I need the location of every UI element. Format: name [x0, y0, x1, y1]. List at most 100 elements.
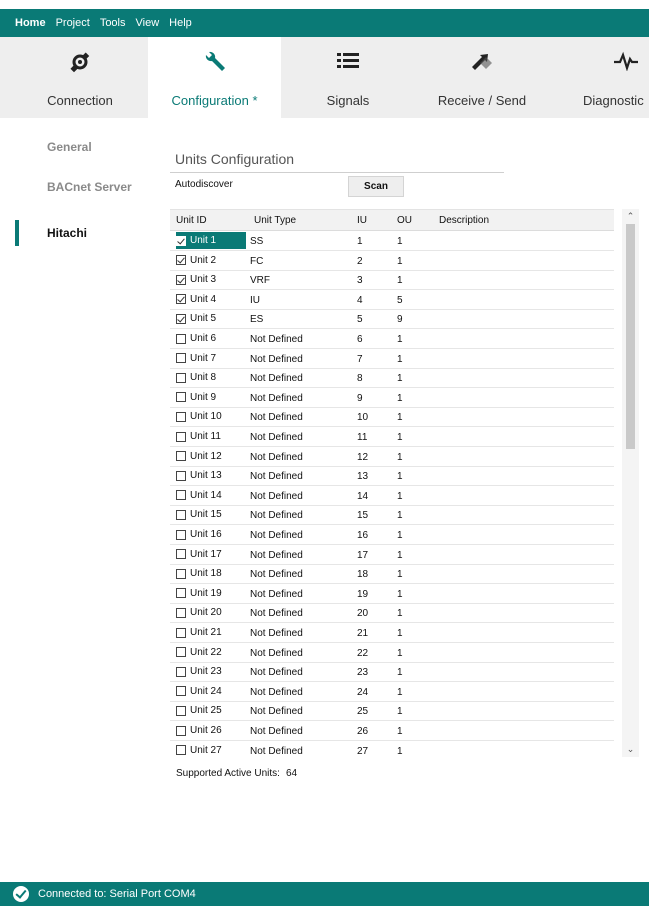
unit-type[interactable]: Not Defined	[250, 471, 303, 482]
table-row[interactable]: Unit 7 Not Defined 7 1	[170, 349, 614, 369]
table-row[interactable]: Unit 14 Not Defined 14 1	[170, 486, 614, 506]
table-row[interactable]: Unit 11 Not Defined 11 1	[170, 427, 614, 447]
unit-type[interactable]: Not Defined	[250, 510, 303, 521]
unit-enable-checkbox[interactable]	[176, 470, 186, 481]
unit-ou[interactable]: 1	[397, 667, 403, 678]
column-header-description[interactable]: Description	[439, 215, 489, 226]
unit-id-cell[interactable]: Unit 7	[176, 350, 246, 367]
unit-iu[interactable]: 19	[357, 589, 368, 600]
table-row[interactable]: Unit 12 Not Defined 12 1	[170, 447, 614, 467]
unit-type[interactable]: Not Defined	[250, 452, 303, 463]
unit-ou[interactable]: 1	[397, 334, 403, 345]
unit-type[interactable]: VRF	[250, 275, 270, 286]
table-row[interactable]: Unit 17 Not Defined 17 1	[170, 545, 614, 565]
table-scrollbar[interactable]: ⌃ ⌄	[622, 209, 639, 757]
unit-type[interactable]: Not Defined	[250, 746, 303, 757]
unit-type[interactable]: Not Defined	[250, 667, 303, 678]
unit-iu[interactable]: 11	[357, 432, 367, 443]
unit-enable-checkbox[interactable]	[176, 431, 186, 442]
menu-home[interactable]: Home	[15, 17, 46, 29]
menu-help[interactable]: Help	[169, 17, 192, 29]
unit-iu[interactable]: 23	[357, 667, 368, 678]
table-row[interactable]: Unit 25 Not Defined 25 1	[170, 701, 614, 722]
scroll-thumb[interactable]	[626, 224, 635, 449]
unit-enable-checkbox[interactable]	[176, 392, 186, 403]
unit-iu[interactable]: 5	[357, 314, 363, 325]
unit-iu[interactable]: 2	[357, 256, 363, 267]
nav-item-bacnet-server[interactable]: BACnet Server	[47, 180, 132, 194]
table-row[interactable]: Unit 22 Not Defined 22 1	[170, 643, 614, 663]
unit-type[interactable]: ES	[250, 314, 263, 325]
unit-id-cell[interactable]: Unit 19	[176, 585, 246, 602]
unit-ou[interactable]: 1	[397, 687, 403, 698]
table-row[interactable]: Unit 6 Not Defined 6 1	[170, 329, 614, 349]
table-row[interactable]: Unit 9 Not Defined 9 1	[170, 388, 614, 408]
nav-item-hitachi[interactable]: Hitachi	[47, 226, 87, 240]
unit-id-cell[interactable]: Unit 10	[176, 408, 246, 425]
unit-enable-checkbox[interactable]	[176, 627, 186, 638]
unit-id-cell[interactable]: Unit 16	[176, 526, 246, 543]
table-row[interactable]: Unit 18 Not Defined 18 1	[170, 564, 614, 585]
unit-type[interactable]: Not Defined	[250, 334, 303, 345]
unit-enable-checkbox[interactable]	[176, 745, 186, 756]
unit-ou[interactable]: 1	[397, 589, 403, 600]
unit-enable-checkbox[interactable]	[176, 235, 186, 246]
unit-iu[interactable]: 4	[357, 295, 363, 306]
column-header-iu[interactable]: IU	[357, 215, 367, 226]
table-row[interactable]: Unit 19 Not Defined 19 1	[170, 584, 614, 604]
unit-ou[interactable]: 5	[397, 295, 403, 306]
unit-iu[interactable]: 26	[357, 726, 368, 737]
unit-iu[interactable]: 24	[357, 687, 368, 698]
unit-id-cell[interactable]: Unit 26	[176, 722, 246, 739]
unit-type[interactable]: Not Defined	[250, 569, 303, 580]
unit-ou[interactable]: 9	[397, 314, 403, 325]
table-row[interactable]: Unit 13 Not Defined 13 1	[170, 466, 614, 487]
scroll-up-icon[interactable]: ⌃	[622, 211, 639, 222]
tab-signals[interactable]: Signals	[281, 37, 415, 118]
table-row[interactable]: Unit 16 Not Defined 16 1	[170, 525, 614, 545]
unit-enable-checkbox[interactable]	[176, 509, 186, 520]
unit-type[interactable]: SS	[250, 236, 263, 247]
unit-type[interactable]: Not Defined	[250, 628, 303, 639]
unit-id-cell[interactable]: Unit 8	[176, 369, 246, 386]
scan-button[interactable]: Scan	[348, 176, 404, 197]
unit-ou[interactable]: 1	[397, 452, 403, 463]
unit-id-cell[interactable]: Unit 4	[176, 291, 246, 308]
table-row[interactable]: Unit 2 FC 2 1	[170, 251, 614, 271]
table-row[interactable]: Unit 5 ES 5 9	[170, 309, 614, 330]
unit-iu[interactable]: 8	[357, 373, 363, 384]
unit-ou[interactable]: 1	[397, 393, 403, 404]
unit-id-cell[interactable]: Unit 22	[176, 644, 246, 661]
column-header-unit-id[interactable]: Unit ID	[176, 215, 207, 226]
table-row[interactable]: Unit 23 Not Defined 23 1	[170, 662, 614, 683]
table-row[interactable]: Unit 3 VRF 3 1	[170, 270, 614, 291]
unit-id-cell[interactable]: Unit 13	[176, 467, 246, 484]
unit-id-cell[interactable]: Unit 6	[176, 330, 246, 347]
unit-id-cell[interactable]: Unit 9	[176, 389, 246, 406]
unit-enable-checkbox[interactable]	[176, 411, 186, 422]
unit-id-cell[interactable]: Unit 23	[176, 663, 246, 680]
unit-type[interactable]: Not Defined	[250, 608, 303, 619]
unit-enable-checkbox[interactable]	[176, 255, 186, 266]
unit-id-cell[interactable]: Unit 12	[176, 448, 246, 465]
unit-iu[interactable]: 6	[357, 334, 363, 345]
unit-type[interactable]: Not Defined	[250, 530, 303, 541]
table-row[interactable]: Unit 21 Not Defined 21 1	[170, 623, 614, 643]
unit-id-cell[interactable]: Unit 14	[176, 487, 246, 504]
table-row[interactable]: Unit 8 Not Defined 8 1	[170, 368, 614, 389]
unit-id-cell[interactable]: Unit 11	[176, 428, 246, 445]
unit-type[interactable]: Not Defined	[250, 373, 303, 384]
unit-iu[interactable]: 18	[357, 569, 368, 580]
nav-item-general[interactable]: General	[47, 140, 92, 154]
unit-enable-checkbox[interactable]	[176, 490, 186, 501]
table-row[interactable]: Unit 4 IU 4 5	[170, 290, 614, 310]
unit-iu[interactable]: 17	[357, 550, 368, 561]
column-header-ou[interactable]: OU	[397, 215, 412, 226]
table-row[interactable]: Unit 27 Not Defined 27 1	[170, 741, 614, 758]
tab-diagnostic[interactable]: Diagnostic	[549, 37, 649, 118]
unit-type[interactable]: FC	[250, 256, 263, 267]
unit-iu[interactable]: 3	[357, 275, 363, 286]
unit-iu[interactable]: 27	[357, 746, 368, 757]
unit-type[interactable]: Not Defined	[250, 706, 303, 717]
table-row[interactable]: Unit 24 Not Defined 24 1	[170, 682, 614, 702]
